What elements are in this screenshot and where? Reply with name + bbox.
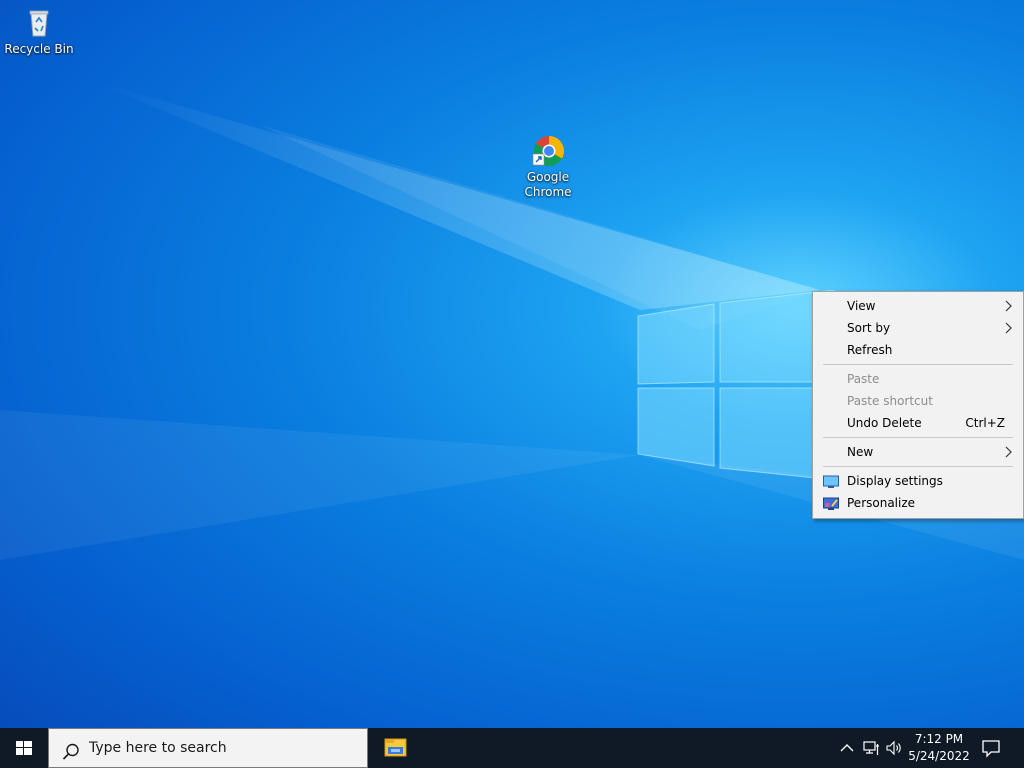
network-icon[interactable] <box>862 739 880 757</box>
menu-separator <box>823 364 1013 365</box>
start-button[interactable] <box>0 728 48 768</box>
menu-separator <box>823 437 1013 438</box>
personalize-icon <box>823 496 839 510</box>
menu-item-label: Paste shortcut <box>847 394 933 408</box>
menu-item-label: Undo Delete <box>847 416 922 430</box>
menu-item-display-settings[interactable]: Display settings <box>813 470 1023 492</box>
chevron-right-icon <box>1005 441 1013 463</box>
menu-item-shortcut: Ctrl+Z <box>965 416 1005 430</box>
taskbar-search-box[interactable]: Type here to search <box>48 728 368 768</box>
desktop-icon-label: Recycle Bin <box>4 42 74 56</box>
menu-separator <box>823 466 1013 467</box>
menu-item-undo-delete[interactable]: Undo Delete Ctrl+Z <box>813 412 1023 434</box>
chevron-right-icon <box>1005 317 1013 339</box>
notification-icon[interactable] <box>980 738 1002 758</box>
desktop-context-menu: View Sort by Refresh Paste Paste shortcu… <box>812 291 1024 519</box>
folder-icon <box>384 738 407 757</box>
menu-item-label: Sort by <box>847 321 891 335</box>
menu-item-sort-by[interactable]: Sort by <box>813 317 1023 339</box>
wallpaper-windows-logo <box>637 290 835 480</box>
recycle-bin-icon <box>22 6 56 40</box>
menu-item-label: Display settings <box>847 474 943 488</box>
menu-item-personalize[interactable]: Personalize <box>813 492 1023 514</box>
desktop-icon-recycle-bin[interactable]: Recycle Bin <box>1 6 77 57</box>
menu-item-new[interactable]: New <box>813 441 1023 463</box>
desktop-icon-label: Google Chrome <box>524 170 572 199</box>
chrome-icon <box>531 134 565 168</box>
menu-item-label: Personalize <box>847 496 916 510</box>
clock-date: 5/24/2022 <box>908 749 970 763</box>
menu-item-label: View <box>847 299 876 313</box>
search-icon <box>61 739 81 760</box>
menu-item-paste[interactable]: Paste <box>813 368 1023 390</box>
search-placeholder: Type here to search <box>89 740 227 756</box>
menu-item-label: Refresh <box>847 343 893 357</box>
windows-logo-icon <box>16 741 32 755</box>
menu-item-view[interactable]: View <box>813 295 1023 317</box>
display-icon <box>823 474 839 488</box>
chevron-right-icon <box>1005 295 1013 317</box>
menu-item-label: New <box>847 445 874 459</box>
chevron-up-icon[interactable] <box>838 739 856 757</box>
desktop-icon-google-chrome[interactable]: Google Chrome <box>510 134 586 200</box>
taskbar-file-explorer[interactable] <box>374 728 416 768</box>
menu-item-refresh[interactable]: Refresh <box>813 339 1023 361</box>
clock-time: 7:12 PM <box>914 732 964 746</box>
menu-item-label: Paste <box>847 372 880 386</box>
taskbar-clock[interactable]: 7:12 PM 5/24/2022 <box>906 731 972 765</box>
volume-icon[interactable] <box>885 739 903 757</box>
taskbar: Type here to search 7:12 PM 5/24/2022 <box>0 728 1024 768</box>
menu-item-paste-shortcut[interactable]: Paste shortcut <box>813 390 1023 412</box>
